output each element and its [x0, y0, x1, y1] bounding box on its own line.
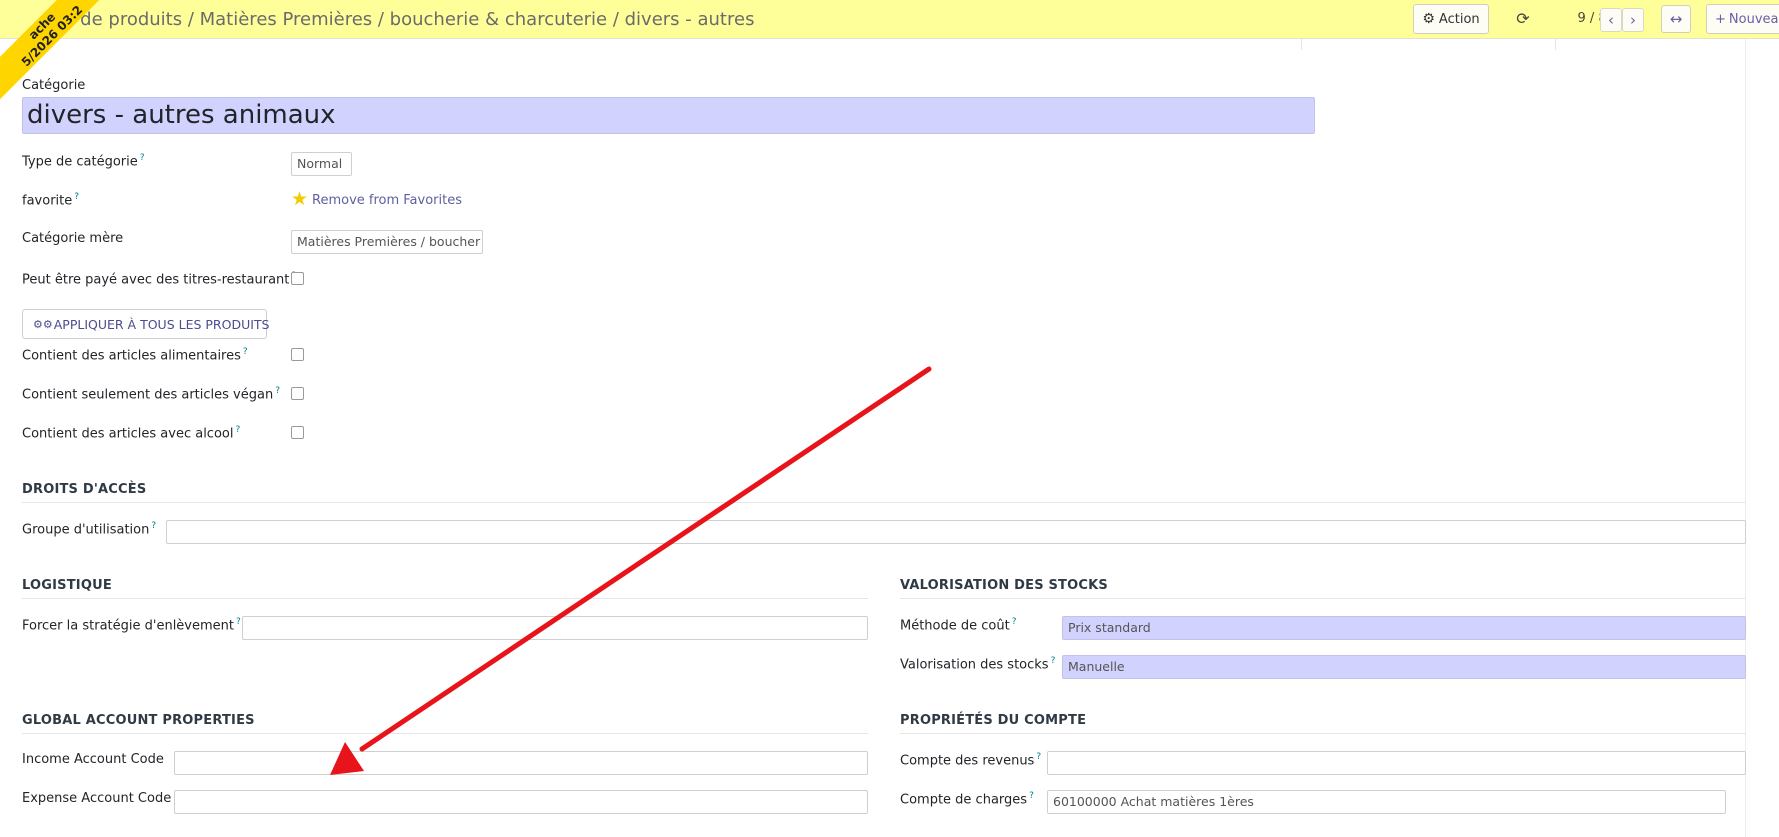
help-icon[interactable]: ?: [243, 347, 248, 357]
usage-group-label-text: Groupe d'utilisation: [22, 522, 150, 538]
vegan-label-text: Contient seulement des articles végan: [22, 387, 274, 403]
section-divider: [900, 733, 1746, 734]
income-account-label-text: Compte des revenus: [900, 753, 1035, 769]
income-account-label: Compte des revenus?: [900, 752, 1041, 768]
action-button-label: Action: [1438, 11, 1480, 27]
chevron-left-icon[interactable]: ‹: [1600, 8, 1622, 32]
apply-button-label: APPLIQUER À TOUS LES PRODUITS: [53, 316, 270, 332]
section-divider: [22, 598, 868, 599]
section-divider: [900, 598, 1746, 599]
food-checkbox[interactable]: [291, 348, 304, 361]
income-account-input[interactable]: [1047, 751, 1746, 775]
alcohol-label: Contient des articles avec alcool?: [22, 425, 240, 441]
chevron-right-icon[interactable]: ›: [1622, 8, 1644, 32]
expense-account-code-label: Expense Account Code: [22, 791, 172, 806]
favorite-label-text: favorite: [22, 193, 73, 209]
inventory-valuation-select[interactable]: Manuelle: [1062, 655, 1746, 679]
alcohol-checkbox[interactable]: [291, 426, 304, 439]
inventory-valuation-label: Valorisation des stocks?: [900, 656, 1055, 672]
help-icon[interactable]: ?: [1012, 617, 1017, 627]
cost-method-label-text: Méthode de coût: [900, 618, 1010, 634]
vegan-label: Contient seulement des articles végan?: [22, 386, 280, 402]
inventory-valuation-label-text: Valorisation des stocks: [900, 657, 1049, 673]
help-icon[interactable]: ?: [1036, 752, 1041, 762]
meal-voucher-label: Peut être payé avec des titres-restauran…: [22, 271, 296, 287]
section-divider: [22, 502, 1746, 503]
type-select[interactable]: Normal: [291, 152, 352, 176]
help-icon[interactable]: ?: [235, 425, 240, 435]
parent-category-label: Catégorie mère: [22, 231, 124, 246]
gears-icon: ⚙⚙: [33, 317, 53, 331]
logistics-title: LOGISTIQUE: [22, 578, 112, 593]
expense-account-code-input[interactable]: [174, 790, 868, 814]
apply-to-all-products-button[interactable]: ⚙⚙ APPLIQUER À TOUS LES PRODUITS: [22, 309, 270, 339]
help-icon[interactable]: ?: [151, 521, 156, 531]
remove-favorite-link[interactable]: Remove from Favorites: [312, 193, 462, 208]
meal-voucher-label-text: Peut être payé avec des titres-restauran…: [22, 272, 290, 288]
alcohol-label-text: Contient des articles avec alcool: [22, 426, 234, 442]
usage-group-input[interactable]: [166, 520, 1746, 544]
new-button-label: Nouveau: [1728, 11, 1779, 27]
cost-method-label: Méthode de coût?: [900, 617, 1017, 633]
stock-valuation-title: VALORISATION DES STOCKS: [900, 578, 1108, 593]
type-label-text: Type de catégorie: [22, 154, 138, 170]
income-account-code-input[interactable]: [174, 751, 868, 775]
favorite-label: favorite?: [22, 192, 79, 208]
income-account-code-label: Income Account Code: [22, 752, 164, 767]
star-icon[interactable]: ★: [291, 189, 308, 209]
gear-icon: ⚙: [1422, 11, 1435, 27]
food-label: Contient des articles alimentaires?: [22, 347, 248, 363]
food-label-text: Contient des articles alimentaires: [22, 348, 241, 364]
breadcrumb[interactable]: es de produits / Matières Premières / bo…: [0, 9, 760, 33]
expense-account-label: Compte de charges?: [900, 791, 1034, 807]
cost-method-select[interactable]: Prix standard: [1062, 616, 1746, 640]
control-panel-border: [0, 38, 1779, 39]
removal-strategy-label-text: Forcer la stratégie d'enlèvement: [22, 618, 234, 634]
type-label: Type de catégorie?: [22, 153, 145, 169]
help-icon[interactable]: ?: [1051, 656, 1056, 666]
plus-icon: +: [1715, 11, 1726, 27]
divider: [1555, 39, 1556, 50]
expense-account-label-text: Compte de charges: [900, 792, 1028, 808]
global-account-properties-title: GLOBAL ACCOUNT PROPERTIES: [22, 713, 255, 728]
new-button[interactable]: + Nouveau: [1706, 4, 1779, 34]
divider: [1301, 39, 1302, 50]
section-divider: [22, 733, 868, 734]
removal-strategy-input[interactable]: [242, 616, 868, 640]
divider: [1745, 39, 1746, 837]
help-icon[interactable]: ?: [74, 192, 79, 202]
help-icon[interactable]: ?: [140, 153, 145, 163]
help-icon[interactable]: ?: [1029, 791, 1034, 801]
refresh-icon[interactable]: ⟳: [1513, 9, 1533, 29]
access-rights-title: DROITS D'ACCÈS: [22, 482, 147, 497]
action-button[interactable]: ⚙ Action: [1413, 4, 1489, 34]
category-name-input[interactable]: divers - autres animaux: [22, 97, 1315, 134]
help-icon[interactable]: ?: [236, 617, 241, 627]
parent-category-field[interactable]: Matières Premières / boucher: [291, 230, 483, 254]
expand-arrows-icon[interactable]: ↔: [1661, 5, 1691, 33]
removal-strategy-label: Forcer la stratégie d'enlèvement?: [22, 617, 241, 633]
vegan-checkbox[interactable]: [291, 387, 304, 400]
annotation-arrow-shaft: [359, 366, 932, 752]
category-label: Catégorie: [22, 78, 86, 93]
breadcrumb-text[interactable]: es de produits / Matières Premières / bo…: [54, 9, 760, 30]
usage-group-label: Groupe d'utilisation?: [22, 521, 156, 537]
account-properties-title: PROPRIÉTÉS DU COMPTE: [900, 713, 1087, 728]
expense-account-input[interactable]: 60100000 Achat matières 1ères: [1047, 790, 1726, 814]
meal-voucher-checkbox[interactable]: [291, 272, 304, 285]
help-icon[interactable]: ?: [275, 386, 280, 396]
